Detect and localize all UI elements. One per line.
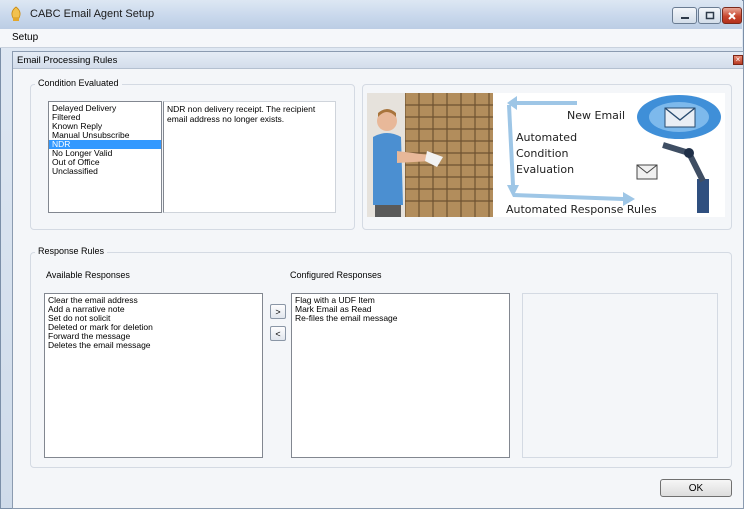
condition-list[interactable]: Delayed Delivery Filtered Known Reply Ma… [48, 101, 162, 213]
available-responses-list[interactable]: Clear the email address Add a narrative … [44, 293, 263, 458]
close-button[interactable] [722, 7, 742, 24]
illustration-condition: Condition [516, 147, 569, 160]
condition-item[interactable]: Unclassified [49, 167, 161, 176]
condition-evaluated-label: Condition Evaluated [35, 78, 122, 88]
window-title: CABC Email Agent Setup [30, 8, 155, 20]
minimize-icon [680, 16, 689, 19]
illustration-automated: Automated [516, 131, 578, 144]
add-response-button[interactable]: > [270, 304, 286, 319]
illustration-new-email: New Email [567, 109, 626, 122]
ok-button[interactable]: OK [660, 479, 732, 497]
process-illustration: New Email Automated Condition Evaluation… [367, 93, 725, 217]
remove-response-button[interactable]: < [270, 326, 286, 341]
response-rules-label: Response Rules [35, 246, 108, 256]
illustration-evaluation: Evaluation [516, 163, 575, 176]
minimize-button[interactable] [672, 7, 697, 24]
available-response-item[interactable]: Deletes the email message [45, 341, 262, 350]
close-icon [728, 11, 736, 20]
response-detail-panel [522, 293, 718, 458]
illustration-response-rules: Automated Response Rules [506, 203, 657, 216]
menu-setup[interactable]: Setup [10, 32, 40, 43]
configured-response-item[interactable]: Re-files the email message [292, 314, 509, 323]
menu-bar [0, 29, 742, 48]
configured-responses-label: Configured Responses [290, 270, 382, 280]
available-responses-label: Available Responses [46, 270, 130, 280]
maximize-button[interactable] [698, 7, 721, 24]
condition-description: NDR non delivery receipt. The recipient … [163, 101, 336, 213]
configured-responses-list[interactable]: Flag with a UDF Item Mark Email as Read … [291, 293, 510, 458]
maximize-icon [705, 11, 714, 20]
child-title-bar [13, 52, 743, 69]
child-close-button[interactable]: × [733, 55, 743, 65]
child-window-title: Email Processing Rules [17, 55, 118, 66]
app-icon [11, 6, 21, 21]
